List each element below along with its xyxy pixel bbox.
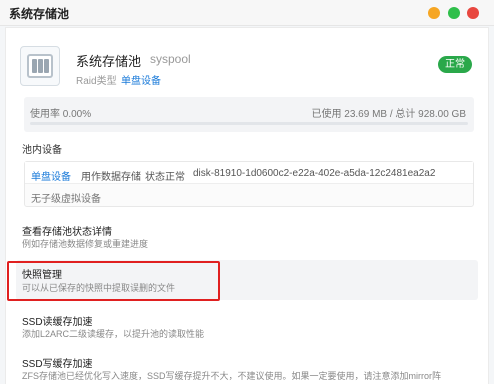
raid-type-value: 单盘设备 [121,76,161,87]
pool-name: 系统存储池 [76,54,142,69]
pool-devices-heading: 池内设备 [22,145,62,156]
usage-progress-bar [30,122,468,125]
option-description: 例如存储池数据修复或重建进度 [22,239,149,249]
pool-id: syspool [150,52,191,66]
window-title: 系统存储池 [9,7,70,21]
device-state: 状态正常 [145,172,185,183]
no-virtual-device-note: 无子级虚拟设备 [31,194,101,205]
option-title: SSD读缓存加速 [22,317,93,328]
maximize-button[interactable] [448,7,460,19]
device-type[interactable]: 单盘设备 [31,168,71,183]
option-ssd-write-cache[interactable]: SSD写缓存加速 ZFS存储池已经优化写入速度，SSD写缓存提升不大，不建议使用… [16,353,478,384]
option-pool-status-details[interactable]: 查看存储池状态详情 例如存储池数据修复或重建进度 [16,221,478,251]
option-description: ZFS存储池已经优化写入速度，SSD写缓存提升不大，不建议使用。如果一定要使用，… [22,371,441,381]
device-usage: 用作数据存储 [81,172,141,183]
option-title: 查看存储池状态详情 [22,227,112,238]
close-button[interactable] [467,7,479,19]
minimize-button[interactable] [428,7,440,19]
option-ssd-read-cache[interactable]: SSD读缓存加速 添加L2ARC二级读缓存，以提升池的读取性能 [16,311,478,341]
device-list: 单盘设备 用作数据存储 状态正常 disk-81910-1d0600c2-e22… [24,161,474,207]
highlight-annotation [7,261,220,301]
status-badge: 正常 [438,56,472,73]
option-title: SSD写缓存加速 [22,359,93,370]
device-disk-id: disk-81910-1d0600c2-e22a-402e-a5da-12c24… [193,168,436,179]
storage-pool-window: 系统存储池 系统存储池 syspool Raid类型 单盘设备 正常 使用率 0… [0,0,494,384]
storage-pool-icon [20,46,60,86]
pool-detail-panel: 系统存储池 syspool Raid类型 单盘设备 正常 使用率 0.00% 已… [5,27,489,384]
usage-panel: 使用率 0.00% 已使用 23.69 MB / 总计 928.00 GB [24,97,474,132]
usage-rate: 使用率 0.00% [30,109,92,120]
title-bar: 系统存储池 [0,0,494,26]
raid-type-label: Raid类型 [76,76,117,87]
usage-capacity: 已使用 23.69 MB / 总计 928.00 GB [311,109,466,120]
option-description: 添加L2ARC二级读缓存，以提升池的读取性能 [22,329,205,339]
device-row[interactable]: 单盘设备 用作数据存储 状态正常 disk-81910-1d0600c2-e22… [25,162,473,184]
